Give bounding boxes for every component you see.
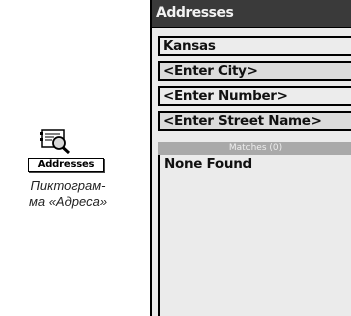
list-item[interactable]: None Found [160,155,351,173]
street-name-field[interactable]: <Enter Street Name> [158,111,351,131]
icon-label: Addresses [28,158,104,172]
state-field[interactable]: Kansas [158,36,351,56]
device-screen: Addresses Kansas <Enter City> <Enter Num… [150,0,351,316]
city-field[interactable]: <Enter City> [158,61,351,81]
addresses-icon [40,129,71,154]
caption-line-1: Пиктограм- [30,178,106,193]
caption-line-2: ма «Адреса» [28,194,108,209]
number-field[interactable]: <Enter Number> [158,86,351,106]
matches-header: Matches (0) [158,142,351,155]
page-title: Addresses [152,0,351,28]
icon-caption: Пиктограм- ма «Адреса» [0,178,136,210]
results-list: None Found [158,155,351,316]
